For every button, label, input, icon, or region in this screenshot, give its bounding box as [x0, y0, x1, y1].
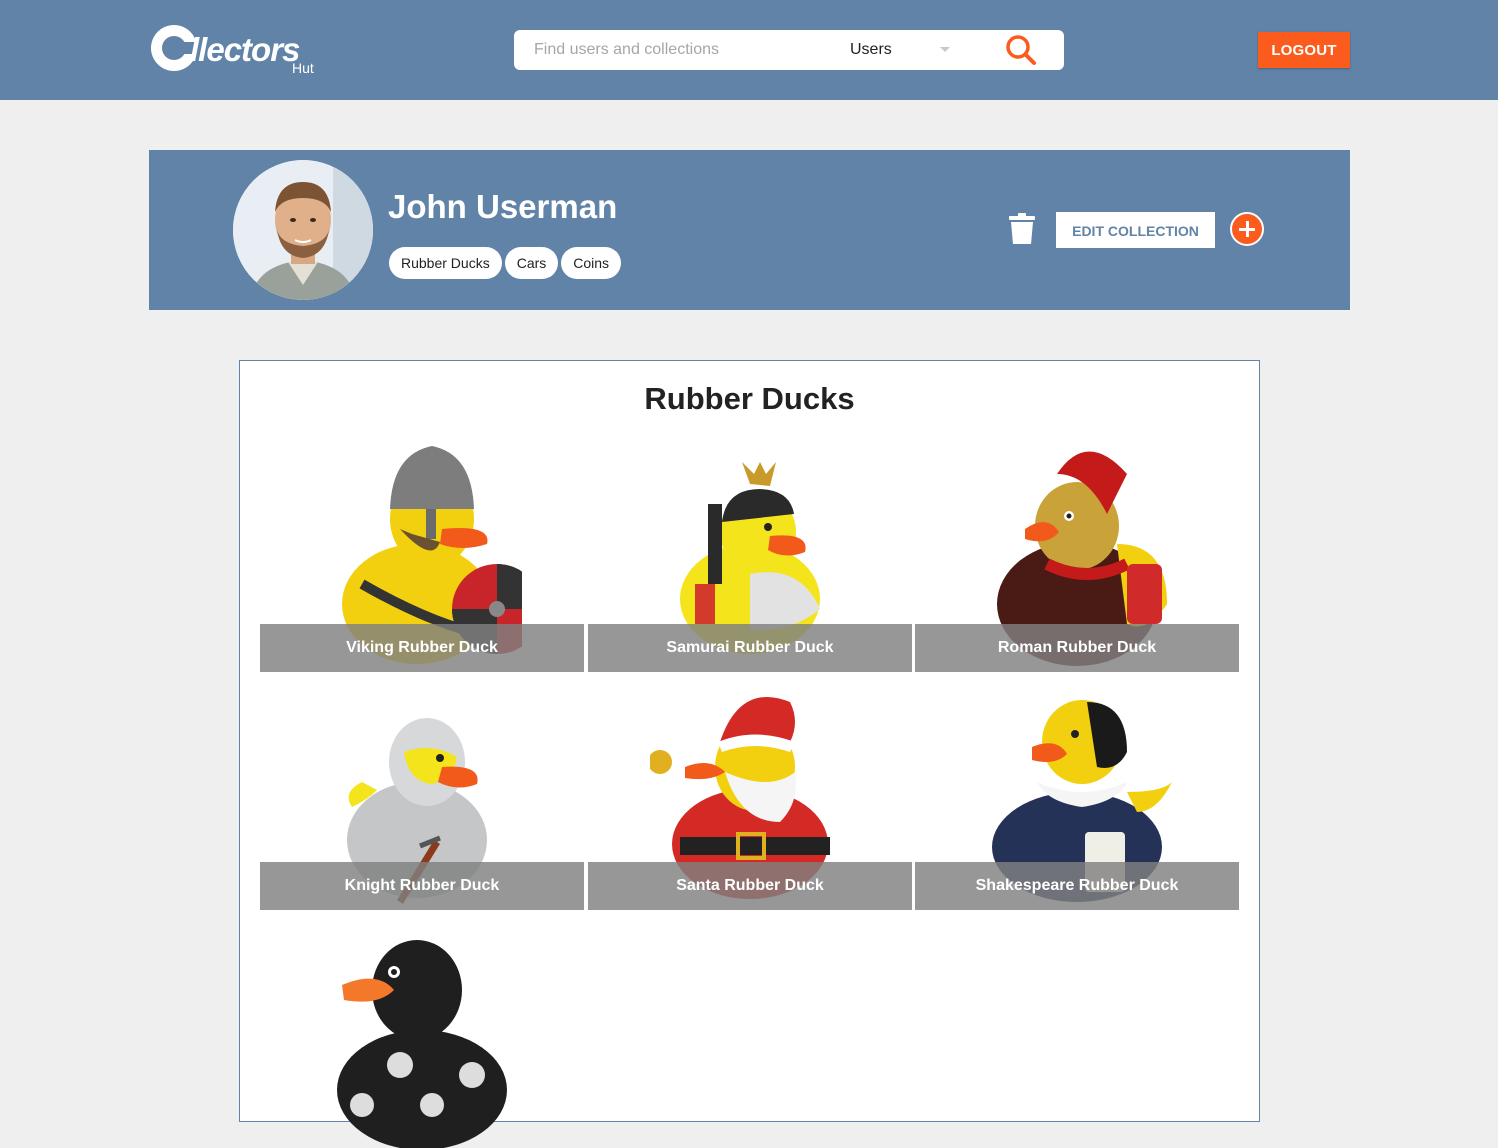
- tag-coins[interactable]: Coins: [561, 247, 622, 279]
- collection-panel: Rubber Ducks Viking Rubber Duck Samurai …: [239, 360, 1260, 1148]
- avatar[interactable]: [233, 160, 373, 300]
- add-item-button[interactable]: [1230, 212, 1264, 246]
- collectors-hut-logo[interactable]: llectors Hut: [150, 22, 330, 77]
- item-caption: Samurai Rubber Duck: [588, 624, 912, 672]
- tag-rubber-ducks[interactable]: Rubber Ducks: [389, 247, 502, 279]
- search-icon[interactable]: [1004, 33, 1038, 67]
- collection-item-knight[interactable]: Knight Rubber Duck: [260, 672, 584, 910]
- item-caption: Shakespeare Rubber Duck: [915, 862, 1239, 910]
- item-caption: Viking Rubber Duck: [260, 624, 584, 672]
- search-type-value: Users: [850, 41, 892, 58]
- search-type-dropdown[interactable]: Users: [850, 30, 960, 70]
- svg-text:llectors: llectors: [190, 31, 300, 68]
- skull-duck-image: [337, 940, 507, 1148]
- logout-button[interactable]: LOGOUT: [1258, 32, 1350, 68]
- item-caption: Roman Rubber Duck: [915, 624, 1239, 672]
- collection-tags: Rubber Ducks Cars Coins: [389, 247, 622, 279]
- tag-cars[interactable]: Cars: [504, 247, 559, 279]
- collection-item-skull[interactable]: [260, 910, 584, 1148]
- collection-title: Rubber Ducks: [644, 381, 855, 416]
- collection-item-shakespeare[interactable]: Shakespeare Rubber Duck: [915, 672, 1239, 910]
- collection-item-samurai[interactable]: Samurai Rubber Duck: [588, 434, 912, 672]
- user-name: John Userman: [388, 188, 618, 225]
- trash-icon[interactable]: [1009, 213, 1035, 245]
- edit-collection-button[interactable]: EDIT COLLECTION: [1056, 212, 1215, 248]
- item-caption: Knight Rubber Duck: [260, 862, 584, 910]
- logo-subtext: Hut: [292, 60, 314, 76]
- search-input[interactable]: [534, 30, 834, 70]
- profile-banner: John Userman Rubber Ducks Cars Coins EDI…: [149, 150, 1350, 310]
- collection-item-viking[interactable]: Viking Rubber Duck: [260, 434, 584, 672]
- collection-item-santa[interactable]: Santa Rubber Duck: [588, 672, 912, 910]
- chevron-down-icon: [940, 47, 950, 52]
- collection-item-roman[interactable]: Roman Rubber Duck: [915, 434, 1239, 672]
- top-header: llectors Hut Users LOGOUT: [0, 0, 1498, 100]
- item-caption: Santa Rubber Duck: [588, 862, 912, 910]
- search-bar: Users: [514, 30, 1064, 70]
